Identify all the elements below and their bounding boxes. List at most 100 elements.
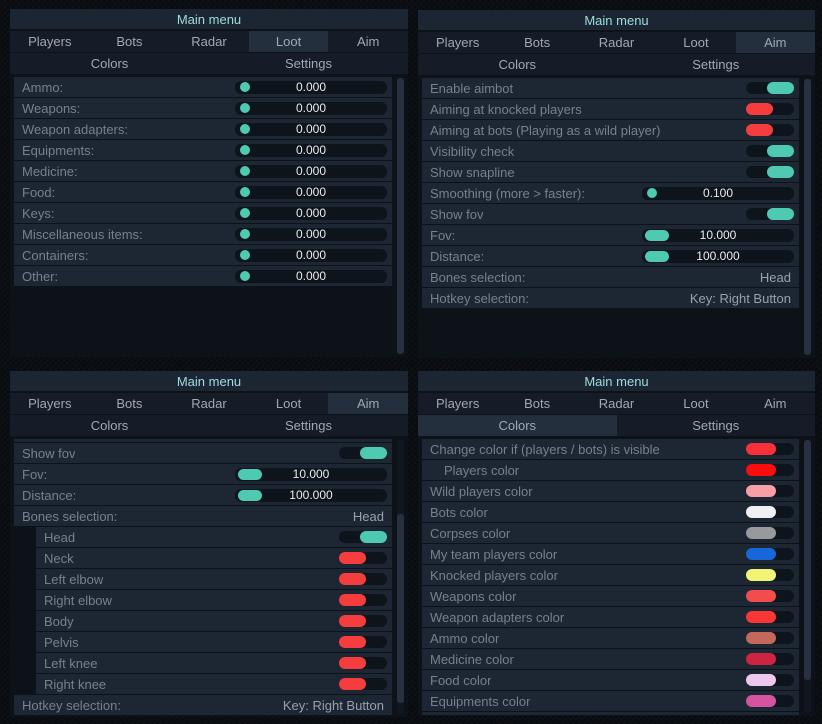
toggle-right-knee[interactable]	[339, 678, 387, 690]
slider-keys[interactable]: 0.000	[235, 207, 387, 220]
slider-ammo[interactable]: 0.000	[235, 81, 387, 94]
toggle-pelvis[interactable]	[339, 636, 387, 648]
color-picker-bots-color[interactable]	[746, 506, 794, 518]
color-picker-weapon-adapters-color[interactable]	[746, 611, 794, 623]
color-swatch[interactable]	[746, 506, 776, 518]
toggle-enable-aimbot[interactable]	[746, 82, 794, 94]
scrollbar[interactable]	[804, 79, 811, 355]
subtab-settings[interactable]: Settings	[209, 415, 408, 436]
toggle-head[interactable]	[339, 531, 387, 543]
toggle-knob[interactable]	[360, 531, 387, 543]
scrollbar-thumb[interactable]	[397, 514, 404, 703]
color-picker-weapons-color[interactable]	[746, 590, 794, 602]
slider-weapon-adapters[interactable]: 0.000	[235, 123, 387, 136]
slider-equipments[interactable]: 0.000	[235, 144, 387, 157]
slider-smoothing-more-faster[interactable]: 0.100	[642, 187, 794, 200]
tab-bots[interactable]: Bots	[497, 32, 576, 53]
tab-aim[interactable]: Aim	[328, 393, 408, 414]
toggle-aiming-at-knocked-players[interactable]	[746, 103, 794, 115]
color-picker-ammo-color[interactable]	[746, 632, 794, 644]
scrollbar-thumb[interactable]	[804, 79, 811, 355]
color-swatch[interactable]	[746, 464, 776, 476]
tab-players[interactable]: Players	[10, 31, 90, 52]
tab-aim[interactable]: Aim	[736, 32, 815, 53]
tab-radar[interactable]: Radar	[577, 32, 656, 53]
toggle-left-elbow[interactable]	[339, 573, 387, 585]
color-picker-food-color[interactable]	[746, 674, 794, 686]
color-picker-my-team-players-color[interactable]	[746, 548, 794, 560]
slider-miscellaneous-items[interactable]: 0.000	[235, 228, 387, 241]
scrollbar-thumb[interactable]	[804, 440, 811, 680]
color-picker-knocked-players-color[interactable]	[746, 569, 794, 581]
tab-aim[interactable]: Aim	[328, 31, 408, 52]
toggle-neck[interactable]	[339, 552, 387, 564]
tab-radar[interactable]: Radar	[577, 393, 656, 414]
scrollbar[interactable]	[804, 440, 811, 713]
color-swatch[interactable]	[746, 485, 776, 497]
toggle-knob[interactable]	[767, 208, 794, 220]
color-swatch[interactable]	[746, 443, 776, 455]
tab-bots[interactable]: Bots	[90, 31, 170, 52]
toggle-knob[interactable]	[339, 594, 366, 606]
toggle-knob[interactable]	[767, 82, 794, 94]
toggle-show-fov[interactable]	[746, 208, 794, 220]
color-swatch[interactable]	[746, 569, 776, 581]
toggle-aiming-at-bots-playing-as-a-wild-player[interactable]	[746, 124, 794, 136]
tab-radar[interactable]: Radar	[169, 393, 249, 414]
subtab-colors[interactable]: Colors	[418, 415, 617, 436]
slider-distance[interactable]: 100.000	[642, 250, 794, 263]
tab-players[interactable]: Players	[418, 32, 497, 53]
slider-medicine[interactable]: 0.000	[235, 165, 387, 178]
subtab-colors[interactable]: Colors	[418, 54, 617, 75]
slider-other[interactable]: 0.000	[235, 270, 387, 283]
row-bones-selection[interactable]: Bones selection:Head	[422, 267, 799, 287]
color-picker-change-color-if-players-bots-is-visible[interactable]	[746, 443, 794, 455]
toggle-knob[interactable]	[746, 103, 773, 115]
color-swatch[interactable]	[746, 527, 776, 539]
toggle-knob[interactable]	[746, 124, 773, 136]
tab-players[interactable]: Players	[418, 393, 497, 414]
row-bones-selection[interactable]: Bones selection:Head	[14, 506, 392, 526]
slider-fov[interactable]: 10.000	[235, 468, 387, 481]
slider-food[interactable]: 0.000	[235, 186, 387, 199]
toggle-left-knee[interactable]	[339, 657, 387, 669]
row-hotkey-selection[interactable]: Hotkey selection:Key: Right Button	[14, 695, 392, 715]
subtab-colors[interactable]: Colors	[10, 415, 209, 436]
color-picker-medicine-color[interactable]	[746, 653, 794, 665]
color-picker-corpses-color[interactable]	[746, 527, 794, 539]
color-swatch[interactable]	[746, 611, 776, 623]
color-swatch[interactable]	[746, 590, 776, 602]
subtab-settings[interactable]: Settings	[617, 415, 816, 436]
tab-loot[interactable]: Loot	[656, 32, 735, 53]
toggle-knob[interactable]	[767, 145, 794, 157]
scrollbar[interactable]	[397, 78, 404, 354]
color-swatch[interactable]	[746, 548, 776, 560]
tab-players[interactable]: Players	[10, 393, 90, 414]
tab-bots[interactable]: Bots	[90, 393, 170, 414]
slider-containers[interactable]: 0.000	[235, 249, 387, 262]
tab-aim[interactable]: Aim	[736, 393, 815, 414]
color-picker-wild-players-color[interactable]	[746, 485, 794, 497]
tab-radar[interactable]: Radar	[169, 31, 249, 52]
toggle-knob[interactable]	[360, 447, 387, 459]
tab-loot[interactable]: Loot	[249, 31, 329, 52]
color-swatch[interactable]	[746, 695, 776, 707]
toggle-knob[interactable]	[339, 573, 366, 585]
row-hotkey-selection[interactable]: Hotkey selection:Key: Right Button	[422, 288, 799, 308]
slider-distance[interactable]: 100.000	[235, 489, 387, 502]
toggle-body[interactable]	[339, 615, 387, 627]
toggle-knob[interactable]	[339, 657, 366, 669]
toggle-show-fov[interactable]	[339, 447, 387, 459]
slider-weapons[interactable]: 0.000	[235, 102, 387, 115]
toggle-knob[interactable]	[339, 636, 366, 648]
color-swatch[interactable]	[746, 632, 776, 644]
toggle-knob[interactable]	[339, 615, 366, 627]
subtab-settings[interactable]: Settings	[209, 53, 408, 74]
toggle-visibility-check[interactable]	[746, 145, 794, 157]
tab-loot[interactable]: Loot	[656, 393, 735, 414]
slider-fov[interactable]: 10.000	[642, 229, 794, 242]
toggle-knob[interactable]	[339, 678, 366, 690]
color-picker-equipments-color[interactable]	[746, 695, 794, 707]
toggle-right-elbow[interactable]	[339, 594, 387, 606]
scrollbar[interactable]	[397, 440, 404, 714]
